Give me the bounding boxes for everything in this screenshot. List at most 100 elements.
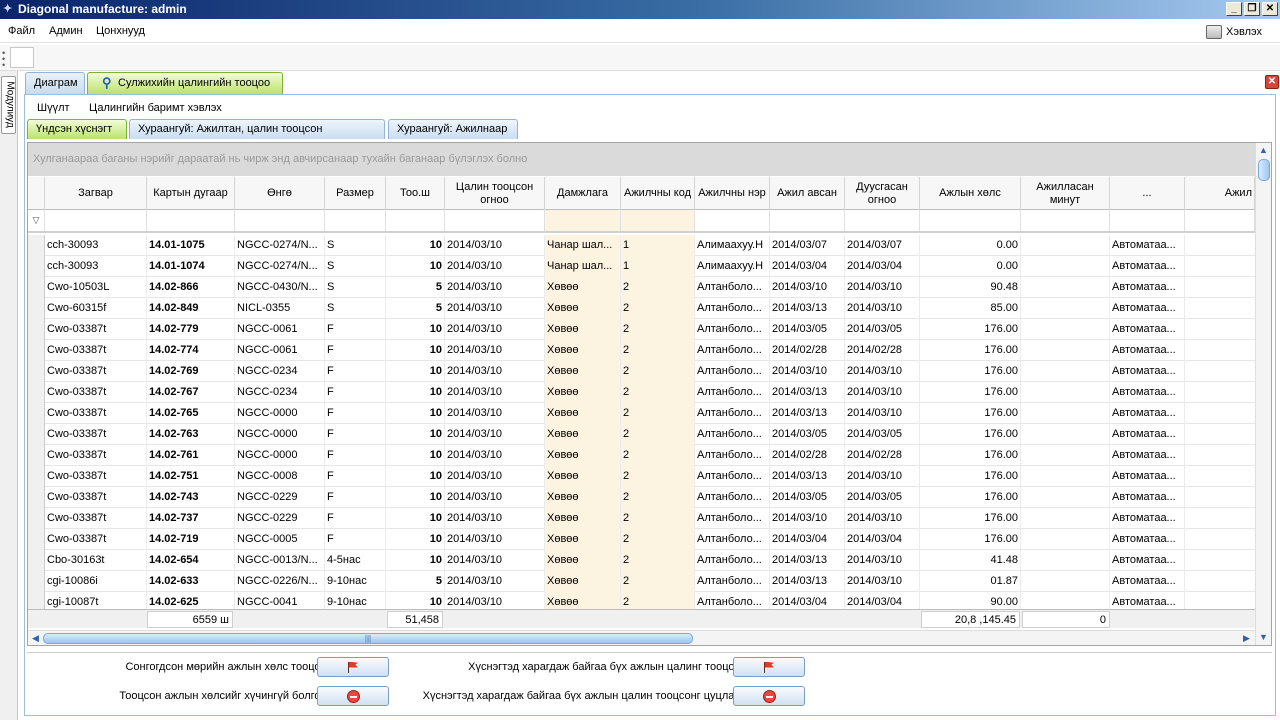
filter-cell-color[interactable] [235,210,325,231]
vertical-scrollbar[interactable]: ▲ ▼ [1255,143,1271,645]
horizontal-scrollbar[interactable]: ◀ ||| ▶ [28,630,1255,645]
table-row[interactable]: Cwo-03387t 14.02-719 NGCC-0005 F 10 2014/03/1… [28,529,1255,550]
toolbar-slot[interactable] [10,47,34,68]
table-row[interactable]: cch-30093 14.01-1074 NGCC-0274/N... S 10 2014… [28,256,1255,277]
filter-cell-minutes[interactable] [1021,210,1110,231]
minimize-button[interactable]: _ [1226,2,1242,16]
horizontal-scroll-thumb[interactable]: ||| [43,633,693,644]
table-row[interactable]: Cwo-10503L 14.02-866 NGCC-0430/N... S 5 2014/… [28,277,1255,298]
tab-diagram[interactable]: Диаграм [25,72,85,94]
row-selector[interactable] [28,592,45,609]
calc-all-button[interactable] [733,657,805,677]
column-header-color[interactable]: Өнгө [235,177,325,210]
table-row[interactable]: Cbo-30163t 14.02-654 NGCC-0013/N... 4-5нас 1… [28,550,1255,571]
group-panel[interactable]: Хулганаараа баганы нэрийг дараатай нь чи… [28,143,1255,176]
vertical-scroll-thumb[interactable] [1258,159,1270,181]
table-row[interactable]: Cwo-03387t 14.02-765 NGCC-0000 F 10 2014/03/1… [28,403,1255,424]
column-header-stage[interactable]: Дамжлага [545,177,621,210]
row-selector[interactable] [28,298,45,319]
scroll-right-icon[interactable]: ▶ [1240,632,1253,645]
filter-cell-size[interactable] [325,210,386,231]
column-header-model[interactable]: Загвар [45,177,147,210]
row-selector[interactable] [28,571,45,592]
filter-cell-work[interactable] [1185,210,1255,231]
scroll-left-icon[interactable]: ◀ [29,632,42,645]
row-selector[interactable] [28,256,45,277]
row-selector[interactable] [28,550,45,571]
tab-summary-employee[interactable]: Хураангуй: Ажилтан, цалин тооцсон огноог… [129,119,385,153]
table-row[interactable]: Cwo-03387t 14.02-774 NGCC-0061 F 10 2014/03/1… [28,340,1255,361]
print-doc-menu[interactable]: Цалингийн баримт хэвлэх [89,102,222,114]
column-header-minutes[interactable]: Ажилласан минут [1021,177,1110,210]
menu-windows[interactable]: Цонхнууд [96,25,145,37]
filter-icon[interactable]: ▽ [28,210,45,231]
row-selector[interactable] [28,361,45,382]
table-row[interactable]: Cwo-03387t 14.02-779 NGCC-0061 F 10 2014/03/1… [28,319,1255,340]
calc-selected-label: Сонгогдсон мөрийн ажлын хөлс тооцох : [125,661,332,673]
scroll-down-icon[interactable]: ▼ [1257,631,1270,644]
toolbar-grip-icon[interactable]: • • • [2,49,8,70]
modules-tab[interactable]: Модулиуд [1,76,16,134]
column-header-size[interactable]: Размер [325,177,386,210]
row-selector[interactable] [28,403,45,424]
filter-cell-finish-date[interactable] [845,210,920,231]
column-header-wage[interactable]: Ажлын хөлс [920,177,1021,210]
invalidate-button[interactable] [317,686,389,706]
table-row[interactable]: Cwo-03387t 14.02-761 NGCC-0000 F 10 2014/03/1… [28,445,1255,466]
close-button[interactable]: ✕ [1262,2,1278,16]
column-header-finish-date[interactable]: Дуусгасан огноо [845,177,920,210]
filter-cell-model[interactable] [45,210,147,231]
row-selector[interactable] [28,466,45,487]
row-selector[interactable] [28,319,45,340]
filter-cell-quantity[interactable] [386,210,445,231]
menu-file[interactable]: Файл [8,25,35,37]
filter-menu[interactable]: Шүүлт [37,102,70,114]
tab-wage-calc[interactable]: ⚲ Сулжихийн цалингийн тооцоо [87,72,283,94]
close-tab-icon[interactable]: ✕ [1265,75,1279,89]
calc-selected-button[interactable] [317,657,389,677]
cancel-all-button[interactable] [733,686,805,706]
table-row[interactable]: cch-30093 14.01-1075 NGCC-0274/N... S 10 2014… [28,235,1255,256]
row-selector[interactable] [28,235,45,256]
table-row[interactable]: Cwo-03387t 14.02-767 NGCC-0234 F 10 2014/03/1… [28,382,1255,403]
row-selector[interactable] [28,382,45,403]
filter-cell-stage[interactable] [545,210,621,231]
table-row[interactable]: Cwo-03387t 14.02-769 NGCC-0234 F 10 2014/03/1… [28,361,1255,382]
column-header-worker-name[interactable]: Ажилчны нэр [695,177,770,210]
row-selector[interactable] [28,529,45,550]
maximize-button[interactable]: ❐ [1244,2,1260,16]
table-row[interactable]: Cwo-03387t 14.02-751 NGCC-0008 F 10 2014/03/1… [28,466,1255,487]
column-header-work[interactable]: Ажил [1185,177,1255,210]
filter-cell-worker-name[interactable] [695,210,770,231]
column-header-more[interactable]: ... [1110,177,1185,210]
column-header-quantity[interactable]: Тоо.ш [386,177,445,210]
row-selector[interactable] [28,424,45,445]
table-row[interactable]: Cwo-03387t 14.02-763 NGCC-0000 F 10 2014/03/1… [28,424,1255,445]
table-row[interactable]: Cwo-60315f 14.02-849 NICL-0355 S 5 2014/03/10… [28,298,1255,319]
filter-cell-worker-code[interactable] [621,210,695,231]
filter-cell-card-number[interactable] [147,210,235,231]
filter-cell-wage[interactable] [920,210,1021,231]
table-row[interactable]: cgi-10087t 14.02-625 NGCC-0041 9-10нас 10 201… [28,592,1255,609]
filter-cell-more[interactable] [1110,210,1185,231]
column-header-start-date[interactable]: Ажил авсан [770,177,845,210]
cell-worker-name: Алтанболо... [695,382,770,403]
tab-main-table[interactable]: Үндсэн хүснэгт [27,119,127,139]
scroll-up-icon[interactable]: ▲ [1257,144,1270,157]
row-selector[interactable] [28,340,45,361]
table-row[interactable]: Cwo-03387t 14.02-737 NGCC-0229 F 10 2014/03/1… [28,508,1255,529]
row-selector[interactable] [28,445,45,466]
filter-cell-start-date[interactable] [770,210,845,231]
table-row[interactable]: cgi-10086i 14.02-633 NGCC-0226/N... 9-10нас… [28,571,1255,592]
column-header-card-number[interactable]: Картын дугаар [147,177,235,210]
row-selector[interactable] [28,277,45,298]
filter-cell-wage-date[interactable] [445,210,545,231]
table-row[interactable]: Cwo-03387t 14.02-743 NGCC-0229 F 10 2014/03/1… [28,487,1255,508]
row-selector[interactable] [28,508,45,529]
menu-admin[interactable]: Админ [49,25,83,37]
column-header-wage-date[interactable]: Цалин тооцсон огноо [445,177,545,210]
row-selector[interactable] [28,487,45,508]
tab-summary-job[interactable]: Хураангуй: Ажилнаар [388,119,518,139]
column-header-worker-code[interactable]: Ажилчны код [621,177,695,210]
print-button[interactable]: Хэвлэх [1206,23,1262,41]
